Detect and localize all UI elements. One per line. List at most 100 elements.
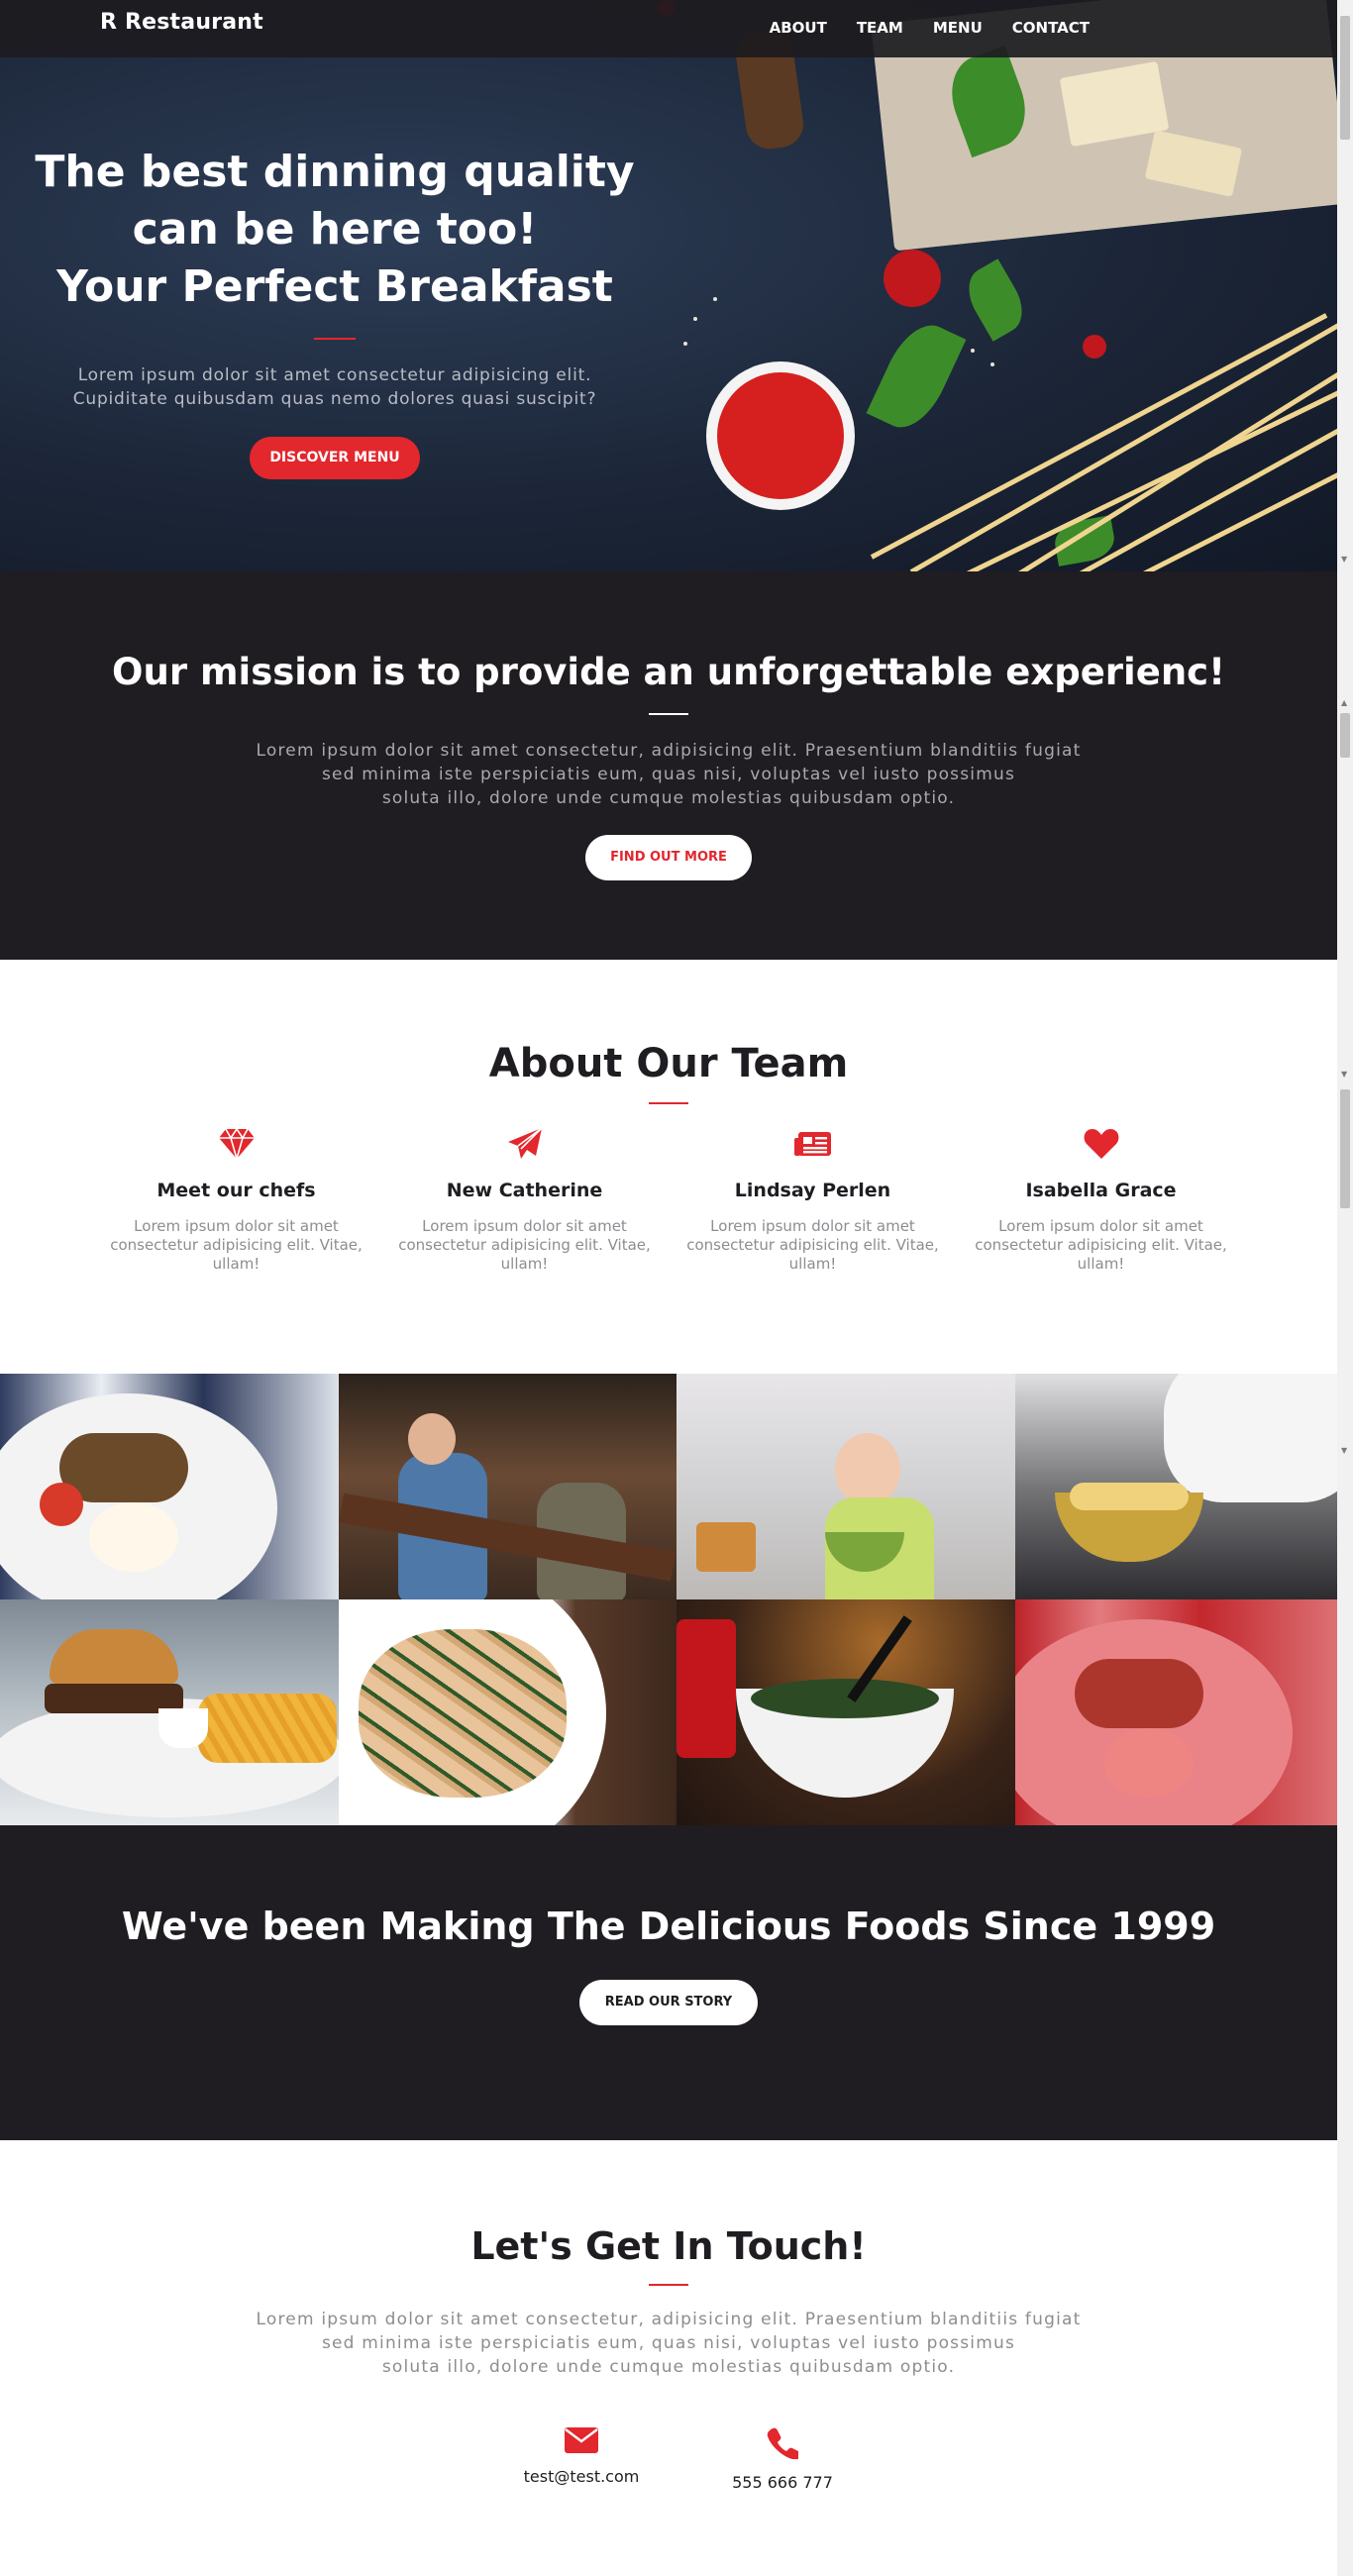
paper-plane-icon [380, 1126, 669, 1162]
story-section: We've been Making The Delicious Foods Si… [0, 1825, 1337, 2140]
mission-text-line: sed minima iste perspiciatis eum, quas n… [321, 765, 1016, 784]
find-out-more-button[interactable]: FIND OUT MORE [585, 835, 752, 880]
contact-section: Let's Get In Touch! Lorem ipsum dolor si… [0, 2140, 1337, 2576]
member-name: New Catherine [446, 1180, 603, 1201]
salt-speck [990, 362, 994, 366]
gallery-photo-restaurant-bar[interactable] [338, 1374, 676, 1599]
member-description: Lorem ipsum dolor sit amet consectetur a… [110, 1217, 363, 1273]
scroll-down-arrow-icon[interactable]: ▼ [1341, 555, 1347, 564]
basil-leaf-graphic [866, 314, 967, 439]
nav-link-menu[interactable]: MENU [933, 19, 983, 37]
contact-text: Lorem ipsum dolor sit amet consectetur, … [233, 2308, 1104, 2379]
gallery-photo-breakfast-plate-red-tint[interactable] [1014, 1599, 1353, 1825]
top-navbar: R Restaurant ABOUT TEAM MENU CONTACT [0, 0, 1337, 57]
hero-title-line: The best dinning quality [35, 147, 635, 197]
member-description: Lorem ipsum dolor sit amet consectetur a… [975, 1217, 1227, 1273]
member-name: Lindsay Perlen [734, 1180, 891, 1201]
mission-text: Lorem ipsum dolor sit amet consectetur, … [233, 739, 1104, 810]
sauce-cup-graphic [158, 1708, 208, 1748]
member-description: Lorem ipsum dolor sit amet consectetur a… [398, 1217, 651, 1273]
mission-title: Our mission is to provide an unforgettab… [112, 651, 1225, 693]
email-address[interactable]: test@test.com [482, 2467, 680, 2486]
story-title: We've been Making The Delicious Foods Si… [121, 1905, 1216, 1948]
hero-title-line: can be here too! [132, 204, 538, 255]
hero-subtitle-line: Cupiditate quibusdam quas nemo dolores q… [72, 389, 597, 409]
red-hover-overlay [1014, 1599, 1353, 1825]
hero-title-line: Your Perfect Breakfast [56, 261, 613, 312]
page-scrollbar[interactable]: ▼ ▲ ▼ ▼ [1337, 0, 1353, 2576]
gallery-photo-pasta-dish[interactable] [338, 1599, 676, 1825]
burger-bun-graphic [50, 1629, 178, 1684]
title-divider [649, 2284, 688, 2286]
team-members: Meet our chefs Lorem ipsum dolor sit ame… [92, 1126, 1245, 1274]
team-title: About Our Team [488, 1041, 849, 1086]
tomato-graphic [1083, 335, 1106, 359]
gallery-photo-burger-and-fries[interactable] [0, 1599, 339, 1825]
title-divider [314, 338, 356, 340]
team-member-card: Lindsay Perlen Lorem ipsum dolor sit ame… [669, 1126, 957, 1274]
contact-text-line: Lorem ipsum dolor sit amet consectetur, … [256, 2310, 1082, 2329]
contact-title: Let's Get In Touch! [470, 2224, 867, 2268]
hero-content: The best dinning quality can be here too… [0, 144, 670, 479]
nav-link-about[interactable]: ABOUT [770, 19, 827, 37]
scroll-down-arrow-icon[interactable]: ▼ [1341, 1070, 1347, 1079]
contact-email[interactable]: test@test.com [482, 2427, 680, 2486]
scrollbar-thumb[interactable] [1340, 713, 1350, 758]
read-our-story-button[interactable]: READ OUR STORY [579, 1980, 758, 2025]
fries-graphic [198, 1694, 337, 1763]
nav-link-team[interactable]: TEAM [857, 19, 903, 37]
discover-menu-button[interactable]: DISCOVER MENU [250, 437, 420, 479]
chef-jacket-graphic [1163, 1374, 1353, 1502]
heart-icon [957, 1126, 1245, 1162]
title-divider [649, 1102, 688, 1104]
pasta-graphic [358, 1629, 567, 1798]
salt-speck [693, 317, 697, 321]
food-graphic [696, 1522, 756, 1572]
nav-links: ABOUT TEAM MENU CONTACT [770, 19, 1090, 37]
salad-graphic [751, 1679, 939, 1718]
member-description: Lorem ipsum dolor sit amet consectetur a… [686, 1217, 939, 1273]
scroll-up-arrow-icon[interactable]: ▲ [1341, 698, 1347, 707]
gallery-photo-breakfast-plate[interactable] [0, 1374, 339, 1599]
egg-graphic [89, 1502, 178, 1572]
salt-speck [683, 342, 687, 346]
mission-text-line: Lorem ipsum dolor sit amet consectetur, … [256, 741, 1082, 761]
gallery-photo-girl-with-salad[interactable] [676, 1374, 1015, 1599]
contact-phone[interactable]: 555 666 777 [683, 2427, 882, 2492]
hero-section: The best dinning quality can be here too… [0, 0, 1337, 571]
member-name: Isabella Grace [1025, 1180, 1177, 1201]
team-member-card: Isabella Grace Lorem ipsum dolor sit ame… [957, 1126, 1245, 1274]
team-section: About Our Team Meet our chefs Lorem ipsu… [0, 960, 1337, 1374]
basil-leaf-graphic [958, 258, 1033, 342]
team-member-card: New Catherine Lorem ipsum dolor sit amet… [380, 1126, 669, 1274]
contact-text-line: soluta illo, dolore unde cumque molestia… [381, 2357, 956, 2377]
hero-subtitle: Lorem ipsum dolor sit amet consectetur a… [18, 363, 652, 411]
food-gallery [0, 1374, 1353, 1825]
phone-icon [683, 2427, 882, 2463]
diamond-icon [92, 1126, 380, 1162]
hero-subtitle-line: Lorem ipsum dolor sit amet consectetur a… [77, 365, 592, 385]
salt-speck [971, 349, 975, 353]
tomato-graphic [884, 250, 941, 307]
mission-text-line: soluta illo, dolore unde cumque molestia… [381, 788, 956, 808]
brand-logo[interactable]: R Restaurant [100, 10, 263, 35]
phone-number[interactable]: 555 666 777 [683, 2473, 882, 2492]
tomato-sauce-graphic [717, 372, 844, 499]
tomato-graphic [40, 1483, 83, 1526]
person-graphic [407, 1413, 456, 1465]
gallery-photo-salad-bowl-and-soda[interactable] [676, 1599, 1015, 1825]
scrollbar-thumb[interactable] [1340, 16, 1350, 140]
gallery-photo-chef-cooking-pasta[interactable] [1014, 1374, 1353, 1599]
mission-section: Our mission is to provide an unforgettab… [0, 571, 1337, 960]
title-divider [649, 713, 688, 715]
nav-link-contact[interactable]: CONTACT [1012, 19, 1090, 37]
salt-speck [713, 297, 717, 301]
pasta-graphic [1069, 1483, 1189, 1510]
scrollbar-thumb[interactable] [1340, 1089, 1350, 1208]
scroll-down-arrow-icon[interactable]: ▼ [1341, 1446, 1347, 1455]
newspaper-icon [669, 1126, 957, 1162]
contact-text-line: sed minima iste perspiciatis eum, quas n… [321, 2333, 1016, 2353]
team-member-card: Meet our chefs Lorem ipsum dolor sit ame… [92, 1126, 380, 1274]
envelope-icon [482, 2427, 680, 2457]
hero-title: The best dinning quality can be here too… [0, 144, 670, 316]
